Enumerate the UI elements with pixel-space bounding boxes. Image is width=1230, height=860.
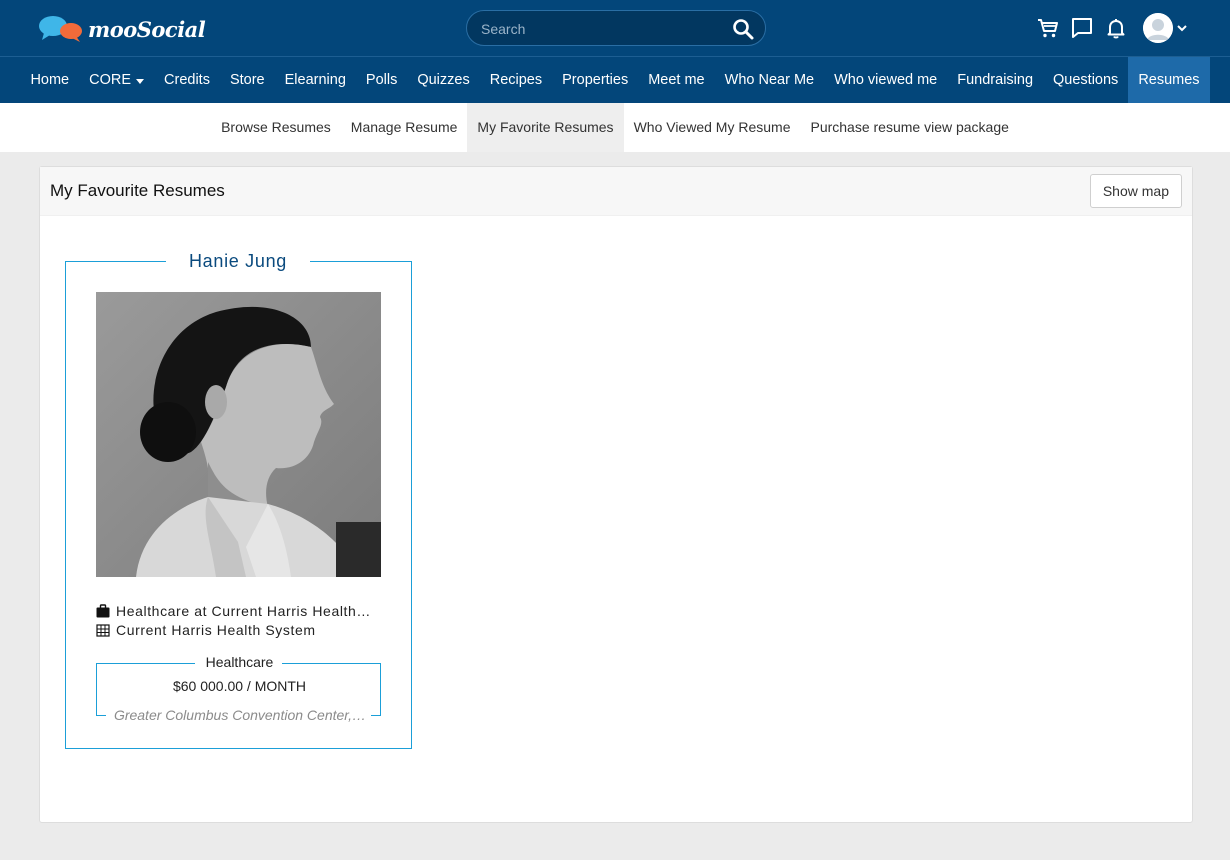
resume-photo[interactable] xyxy=(96,292,381,577)
resume-name[interactable]: Hanie Jung xyxy=(166,249,310,273)
message-icon[interactable] xyxy=(1070,16,1094,40)
resume-card[interactable]: Hanie Jung Healthcare at Current Harris … xyxy=(65,249,412,749)
resume-job-line: Healthcare at Current Harris Health… xyxy=(96,602,381,620)
salary-box: Healthcare $60 000.00 / MONTH Greater Co… xyxy=(96,654,381,723)
divider xyxy=(96,715,106,716)
nav-item-properties[interactable]: Properties xyxy=(552,57,638,103)
resume-company: Current Harris Health System xyxy=(116,622,316,638)
main-nav: Home CORE Credits Store Elearning Polls … xyxy=(0,56,1230,103)
subnav-my-favorite-resumes[interactable]: My Favorite Resumes xyxy=(467,103,624,152)
nav-item-quizzes[interactable]: Quizzes xyxy=(407,57,479,103)
user-avatar[interactable] xyxy=(1143,13,1173,43)
divider xyxy=(371,715,381,716)
resume-company-line: Current Harris Health System xyxy=(96,621,381,639)
profile-photo xyxy=(96,292,381,577)
nav-item-who-near-me[interactable]: Who Near Me xyxy=(715,57,824,103)
nav-item-credits[interactable]: Credits xyxy=(154,57,220,103)
site-logo[interactable]: mooSocial xyxy=(38,14,206,44)
subnav-purchase-view-package[interactable]: Purchase resume view package xyxy=(800,103,1018,152)
favourite-resumes-panel: My Favourite Resumes Show map Hanie Jung xyxy=(39,166,1193,823)
resume-location: Greater Columbus Convention Center,… xyxy=(109,707,371,723)
subnav-who-viewed-my-resume[interactable]: Who Viewed My Resume xyxy=(624,103,801,152)
search-input[interactable] xyxy=(481,19,721,39)
bell-icon[interactable] xyxy=(1104,16,1128,40)
nav-item-polls[interactable]: Polls xyxy=(356,57,407,103)
nav-item-core[interactable]: CORE xyxy=(79,57,154,103)
search-icon[interactable] xyxy=(731,17,755,41)
resume-job: Healthcare at Current Harris Health… xyxy=(116,603,372,619)
subnav-manage-resume[interactable]: Manage Resume xyxy=(341,103,468,152)
sub-nav: Browse Resumes Manage Resume My Favorite… xyxy=(0,103,1230,152)
nav-item-meet-me[interactable]: Meet me xyxy=(638,57,714,103)
nav-item-recipes[interactable]: Recipes xyxy=(480,57,552,103)
resume-salary: $60 000.00 / MONTH xyxy=(172,678,307,694)
nav-item-fundraising[interactable]: Fundraising xyxy=(947,57,1043,103)
brand-name: mooSocial xyxy=(88,16,206,42)
nav-item-resumes[interactable]: Resumes xyxy=(1128,57,1210,103)
nav-item-home[interactable]: Home xyxy=(20,57,79,103)
logo-icon xyxy=(39,16,82,42)
nav-item-questions[interactable]: Questions xyxy=(1043,57,1128,103)
nav-item-store[interactable]: Store xyxy=(220,57,275,103)
top-header: mooSocial xyxy=(0,0,1230,56)
nav-item-label: CORE xyxy=(89,72,132,88)
page-title: My Favourite Resumes xyxy=(50,181,225,200)
subnav-browse-resumes[interactable]: Browse Resumes xyxy=(211,103,341,152)
chevron-down-icon[interactable] xyxy=(1176,22,1188,34)
nav-item-elearning[interactable]: Elearning xyxy=(275,57,356,103)
cart-icon[interactable] xyxy=(1036,16,1060,40)
search-box xyxy=(466,10,766,46)
nav-item-who-viewed-me[interactable]: Who viewed me xyxy=(824,57,947,103)
caret-down-icon xyxy=(136,78,145,84)
panel-header: My Favourite Resumes Show map xyxy=(40,167,1192,216)
briefcase-icon xyxy=(96,604,110,618)
resume-category: Healthcare xyxy=(205,654,274,670)
show-map-button[interactable]: Show map xyxy=(1089,174,1182,208)
building-icon xyxy=(96,624,110,637)
user-icon xyxy=(1143,13,1173,43)
